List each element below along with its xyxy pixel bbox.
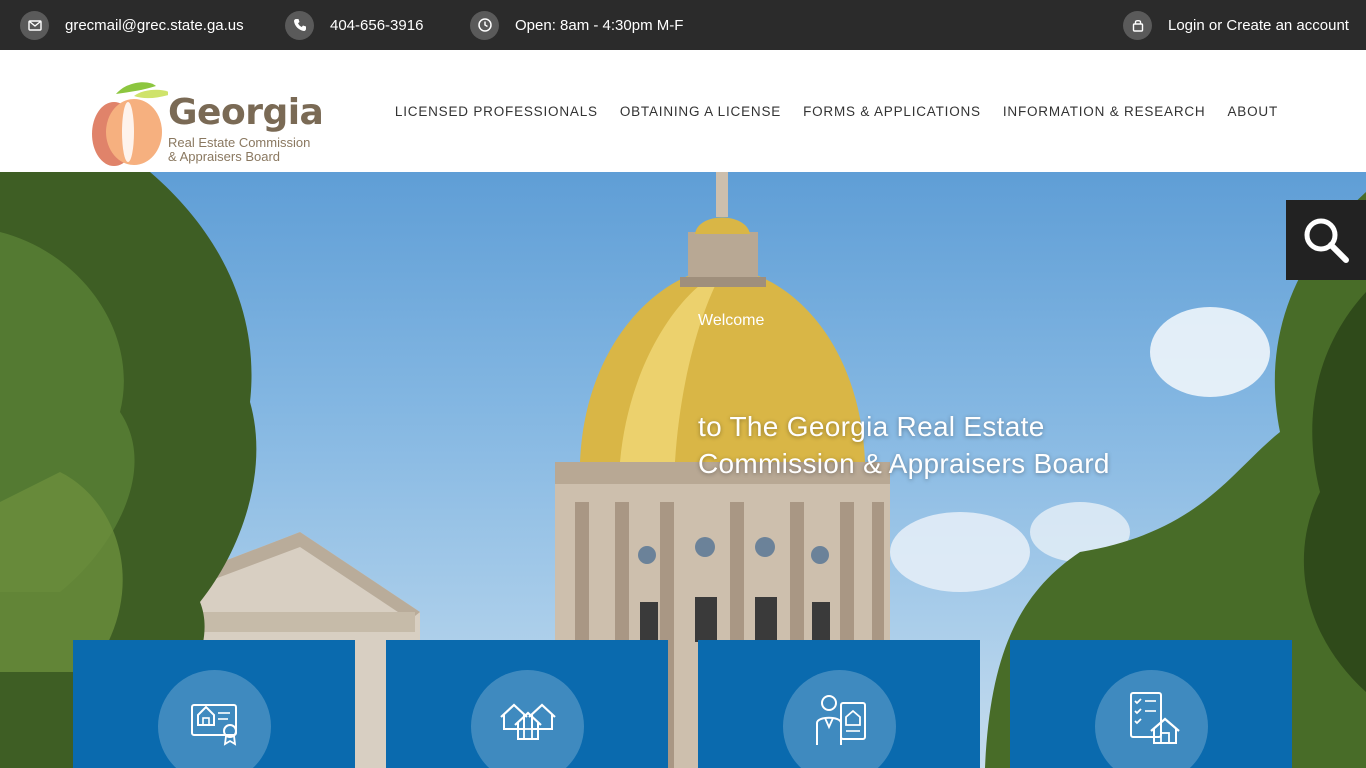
email-link[interactable]: grecmail@grec.state.ga.us <box>20 0 244 50</box>
nav-obtaining-a-license[interactable]: OBTAINING A LICENSE <box>620 104 781 119</box>
card-icon-circle <box>158 670 271 768</box>
card-licensed-professionals[interactable] <box>73 640 355 768</box>
hero-title: Welcome <box>698 312 765 329</box>
agent-document-icon <box>815 694 866 745</box>
checklist-house-icon <box>1129 691 1180 744</box>
houses-icon <box>499 703 556 740</box>
phone-icon <box>285 10 314 40</box>
hours-info: Open: 8am - 4:30pm M-F <box>470 0 683 50</box>
search-button[interactable] <box>1286 200 1366 280</box>
top-bar: grecmail@grec.state.ga.us 404-656-3916 O… <box>0 0 1366 50</box>
mail-icon <box>20 10 49 40</box>
peach-icon <box>92 82 168 166</box>
logo-title: Georgia <box>168 92 324 133</box>
nav-about[interactable]: ABOUT <box>1227 104 1278 119</box>
clock-icon <box>470 10 499 40</box>
email-text: grecmail@grec.state.ga.us <box>65 16 244 34</box>
card-forms-applications[interactable] <box>698 640 980 768</box>
lock-icon <box>1123 10 1152 40</box>
login-text: Login or Create an account <box>1168 16 1349 34</box>
hours-text: Open: 8am - 4:30pm M-F <box>515 16 684 34</box>
main-nav: LICENSED PROFESSIONALS OBTAINING A LICEN… <box>373 50 1278 172</box>
nav-forms-applications[interactable]: FORMS & APPLICATIONS <box>803 104 981 119</box>
card-obtaining-a-license[interactable] <box>386 640 668 768</box>
logo-subtitle-2: & Appraisers Board <box>168 149 281 164</box>
house-certificate-icon <box>190 703 237 746</box>
site-header: Georgia Real Estate Commission & Apprais… <box>0 50 1366 172</box>
hero-subtitle: to The Georgia Real Estate Commission & … <box>698 411 1110 479</box>
nav-information-research[interactable]: INFORMATION & RESEARCH <box>1003 104 1206 119</box>
card-information-research[interactable] <box>1010 640 1292 768</box>
card-icon-circle <box>471 670 584 768</box>
login-link[interactable]: Login or Create an account <box>1123 0 1349 50</box>
search-icon <box>1304 218 1349 263</box>
card-icon-circle <box>783 670 896 768</box>
card-icon-circle <box>1095 670 1208 768</box>
logo-subtitle-1: Real Estate Commission <box>168 135 311 150</box>
phone-link[interactable]: 404-656-3916 <box>285 0 423 50</box>
phone-text: 404-656-3916 <box>330 16 424 34</box>
nav-licensed-professionals[interactable]: LICENSED PROFESSIONALS <box>395 104 598 119</box>
site-logo[interactable]: Georgia Real Estate Commission & Apprais… <box>88 74 328 166</box>
